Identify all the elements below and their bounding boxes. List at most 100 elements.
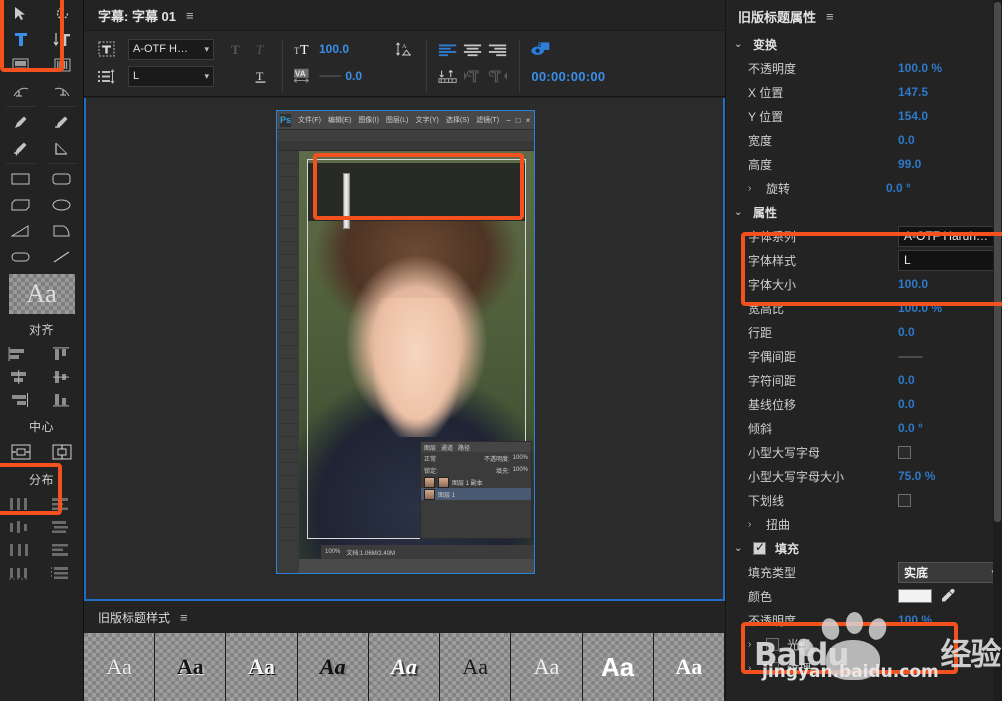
ps-tool-item[interactable]	[277, 281, 299, 294]
ps-menu-item[interactable]: 图层(L)	[386, 115, 409, 125]
ps-tool-item[interactable]	[277, 190, 299, 203]
property-row-color[interactable]: 颜色	[726, 584, 1002, 608]
ps-menu-item[interactable]: 文字(Y)	[415, 115, 438, 125]
distribute-top-button[interactable]	[42, 492, 84, 515]
ps-tool-item[interactable]	[277, 255, 299, 268]
arc-tool[interactable]	[42, 218, 84, 244]
pen-tool[interactable]	[0, 109, 42, 135]
distribute-horizontal-even-button[interactable]	[0, 561, 42, 584]
ps-tool-item[interactable]	[277, 320, 299, 333]
ps-tool-item[interactable]	[277, 346, 299, 359]
align-top-button[interactable]	[42, 342, 84, 365]
property-row-distort[interactable]: › 扭曲	[726, 512, 1002, 536]
property-row-texture[interactable]: › 纹理	[726, 656, 1002, 680]
property-value[interactable]: 100 %	[898, 613, 932, 627]
ps-tool-item[interactable]	[277, 502, 299, 515]
property-row-underline[interactable]: 下划线	[726, 488, 1002, 512]
ps-tool-item[interactable]	[277, 476, 299, 489]
align-bottom-button[interactable]	[42, 388, 84, 411]
align-right-icon[interactable]	[488, 39, 508, 59]
title-panel-menu-icon[interactable]: ≡	[186, 8, 194, 23]
property-row-font-family[interactable]: 字体系列 A-OTF Haruh… ▴▾	[726, 224, 1002, 248]
ps-tool-item[interactable]	[277, 164, 299, 177]
property-row-font-style[interactable]: 字体样式 L ▴▾	[726, 248, 1002, 272]
style-thumbnail[interactable]: Aa	[583, 633, 654, 701]
chevron-down-icon[interactable]: ⌄	[734, 207, 744, 218]
convert-anchor-point-tool[interactable]	[42, 135, 84, 161]
property-value[interactable]: 0.0	[898, 397, 915, 411]
fill-enabled-checkbox[interactable]	[753, 542, 766, 555]
ps-tool-item[interactable]	[277, 359, 299, 372]
ps-tool-item[interactable]	[277, 229, 299, 242]
roll-crawl-options-icon[interactable]	[96, 66, 116, 86]
property-row-height[interactable]: 高度 99.0	[726, 152, 1002, 176]
distribute-vertical-center-button[interactable]	[42, 515, 84, 538]
property-row-rotation[interactable]: › 旋转 0.0 °	[726, 176, 1002, 200]
rotation-tool[interactable]	[42, 0, 84, 26]
underline-checkbox[interactable]	[898, 494, 911, 507]
chevron-right-icon[interactable]: ›	[748, 183, 758, 194]
section-header-properties[interactable]: ⌄ 属性	[726, 200, 1002, 224]
tab-stops-icon[interactable]	[438, 66, 458, 86]
align-left-button[interactable]	[0, 342, 42, 365]
distribute-left-button[interactable]	[0, 492, 42, 515]
ps-blend-mode[interactable]: 正常	[424, 454, 436, 463]
style-thumbnail[interactable]: Aa	[511, 633, 582, 701]
ps-layers-tab[interactable]: 图层	[424, 443, 436, 452]
style-thumbnail[interactable]: Aa	[155, 633, 226, 701]
style-thumbnail[interactable]: Aa	[298, 633, 369, 701]
ps-opacity-value[interactable]: 100%	[513, 455, 528, 461]
chevron-right-icon[interactable]: ›	[748, 663, 758, 674]
property-value[interactable]: 0.0	[898, 325, 915, 339]
ps-channels-tab[interactable]: 通道	[441, 443, 453, 452]
align-left-icon[interactable]	[438, 39, 458, 59]
style-thumbnail[interactable]: Aa	[369, 633, 440, 701]
font-family-field[interactable]: A-OTF Haruh…	[898, 226, 994, 247]
selection-tool[interactable]	[0, 0, 42, 26]
ps-tool-item[interactable]	[277, 528, 299, 541]
ps-tool-item[interactable]	[277, 450, 299, 463]
ps-tool-item[interactable]	[277, 385, 299, 398]
property-row-y-position[interactable]: Y 位置 154.0	[726, 104, 1002, 128]
ps-paths-tab[interactable]: 路径	[458, 443, 470, 452]
ps-menu-item[interactable]: 选择(S)	[446, 115, 469, 125]
property-value[interactable]: 0.0 °	[886, 181, 911, 195]
ps-tool-item[interactable]	[277, 411, 299, 424]
timecode-display[interactable]: 00:00:00:00	[531, 69, 605, 84]
texture-checkbox[interactable]	[766, 662, 779, 675]
bold-icon[interactable]: T	[226, 39, 246, 59]
style-thumbnail[interactable]: Aa	[654, 633, 725, 701]
ps-tool-item[interactable]	[277, 294, 299, 307]
property-row-small-caps[interactable]: 小型大写字母	[726, 440, 1002, 464]
ps-menu-item[interactable]: 图像(I)	[358, 115, 379, 125]
insert-logo-end-icon[interactable]	[488, 66, 508, 86]
maximize-icon[interactable]: □	[516, 116, 521, 125]
property-row-fill-type[interactable]: 填充类型 实底 ▾	[726, 560, 1002, 584]
property-row-fill-opacity[interactable]: 不透明度 100 %	[726, 608, 1002, 632]
rounded-corner-rectangle-tool[interactable]	[42, 166, 84, 192]
rectangle-tool[interactable]	[0, 166, 42, 192]
property-value[interactable]: 99.0	[898, 157, 921, 171]
property-row-x-position[interactable]: X 位置 147.5	[726, 80, 1002, 104]
ps-tool-item[interactable]	[277, 333, 299, 346]
property-value[interactable]: 0.0 °	[898, 421, 923, 435]
font-family-combo[interactable]: A-OTF H… ▾	[128, 39, 214, 60]
path-type-tool[interactable]	[0, 78, 42, 104]
close-icon[interactable]: ×	[526, 116, 531, 125]
property-row-font-size[interactable]: 字体大小 100.0	[726, 272, 1002, 296]
property-row-width[interactable]: 宽度 0.0	[726, 128, 1002, 152]
horizontal-type-tool[interactable]	[0, 26, 42, 52]
section-header-fill[interactable]: ⌄ 填充	[726, 536, 1002, 560]
ps-tool-item[interactable]	[277, 398, 299, 411]
property-row-slant[interactable]: 倾斜 0.0 °	[726, 416, 1002, 440]
property-value[interactable]: 147.5	[898, 85, 928, 99]
center-vertically-button[interactable]	[42, 439, 84, 464]
ps-tool-item[interactable]	[277, 203, 299, 216]
property-row-tracking[interactable]: 字符间距 0.0	[726, 368, 1002, 392]
ps-tool-item[interactable]	[277, 437, 299, 450]
chevron-down-icon[interactable]: ▾	[204, 44, 209, 55]
chevron-right-icon[interactable]: ›	[748, 519, 758, 530]
ps-tool-item[interactable]	[277, 515, 299, 528]
ps-fill-value[interactable]: 100%	[513, 467, 528, 473]
ps-layer-row[interactable]: 图层 1	[421, 488, 531, 500]
